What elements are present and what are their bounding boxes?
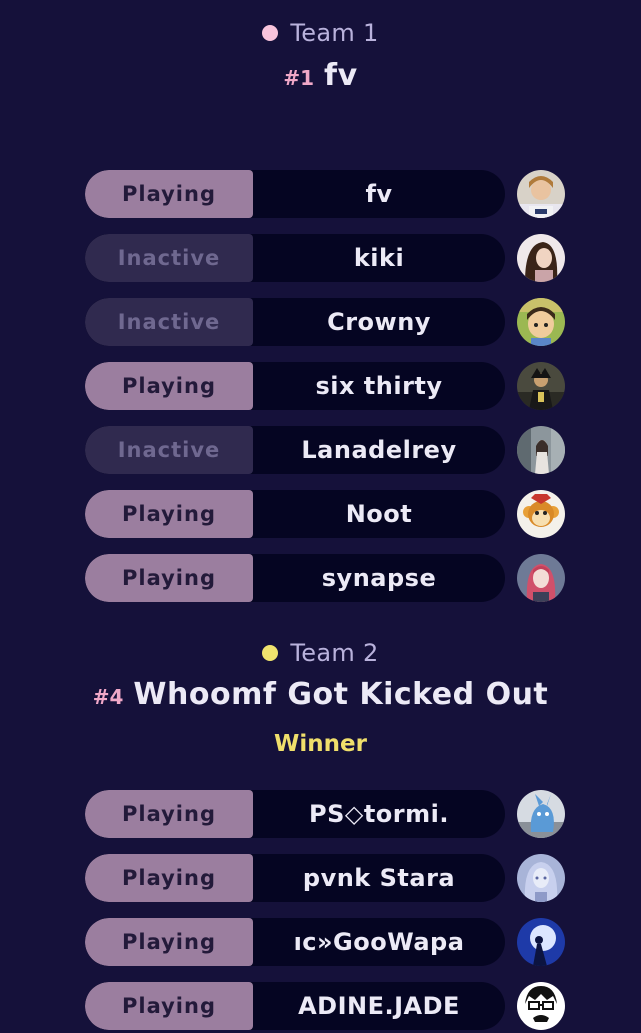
avatar-blue-creature[interactable]	[517, 790, 565, 838]
avatar-manga-face[interactable]	[517, 982, 565, 1030]
team-color-dot	[262, 645, 279, 661]
player-name[interactable]: pvnk Stara	[253, 854, 505, 902]
player-row[interactable]: Playing ıc»GooWapa	[85, 918, 565, 966]
player-name[interactable]: PS◇tormi.	[253, 790, 505, 838]
player-pill: Inactive Lanadelrey	[85, 426, 505, 474]
team-title: #1 fv	[0, 58, 641, 93]
avatar-anime-sketch[interactable]	[517, 854, 565, 902]
player-row[interactable]: Inactive Lanadelrey	[85, 426, 565, 474]
player-row[interactable]: Playing pvnk Stara	[85, 854, 565, 902]
avatar-dark-figure[interactable]	[517, 362, 565, 410]
status-badge: Playing	[85, 170, 253, 218]
player-row[interactable]: Inactive Crowny	[85, 298, 565, 346]
status-badge: Playing	[85, 490, 253, 538]
player-pill: Playing pvnk Stara	[85, 854, 505, 902]
player-pill: Playing ADINE.JADE	[85, 982, 505, 1030]
team-name: fv	[324, 58, 358, 93]
player-pill: Playing fv	[85, 170, 505, 218]
team-label: Team 1	[290, 19, 379, 47]
player-name[interactable]: ADINE.JADE	[253, 982, 505, 1030]
player-name[interactable]: six thirty	[253, 362, 505, 410]
status-badge: Playing	[85, 982, 253, 1030]
player-pill: Playing six thirty	[85, 362, 505, 410]
player-pill: Inactive Crowny	[85, 298, 505, 346]
team-rank: #1	[283, 66, 315, 90]
player-name[interactable]: fv	[253, 170, 505, 218]
team-rank: #4	[92, 685, 124, 709]
status-badge: Playing	[85, 854, 253, 902]
status-badge: Playing	[85, 918, 253, 966]
avatar-monkey[interactable]	[517, 490, 565, 538]
status-badge: Inactive	[85, 298, 253, 346]
player-pill: Playing synapse	[85, 554, 505, 602]
avatar-photo-room[interactable]	[517, 426, 565, 474]
team-header: Team 1	[0, 15, 641, 51]
player-pill: Playing ıc»GooWapa	[85, 918, 505, 966]
player-name[interactable]: synapse	[253, 554, 505, 602]
player-name[interactable]: Lanadelrey	[253, 426, 505, 474]
winner-label: Winner	[274, 731, 367, 757]
team-name: Whoomf Got Kicked Out	[133, 677, 549, 712]
player-pill: Playing Noot	[85, 490, 505, 538]
player-row[interactable]: Playing six thirty	[85, 362, 565, 410]
status-badge: Inactive	[85, 234, 253, 282]
status-badge: Playing	[85, 362, 253, 410]
player-row[interactable]: Playing PS◇tormi.	[85, 790, 565, 838]
team-label: Team 2	[290, 639, 379, 667]
avatar-cartoon-boy[interactable]	[517, 298, 565, 346]
player-row[interactable]: Playing Noot	[85, 490, 565, 538]
player-name[interactable]: Crowny	[253, 298, 505, 346]
player-name[interactable]: kiki	[253, 234, 505, 282]
status-badge: Playing	[85, 790, 253, 838]
player-pill: Playing PS◇tormi.	[85, 790, 505, 838]
team-title: #4 Whoomf Got Kicked Out	[0, 677, 641, 712]
player-row[interactable]: Playing ADINE.JADE	[85, 982, 565, 1030]
team-header: Team 2	[0, 635, 641, 671]
team-color-dot	[262, 25, 279, 41]
avatar-moon-silhouette[interactable]	[517, 918, 565, 966]
status-badge: Playing	[85, 554, 253, 602]
player-row[interactable]: Playing fv	[85, 170, 565, 218]
player-name[interactable]: Noot	[253, 490, 505, 538]
avatar-anime-girl[interactable]	[517, 554, 565, 602]
status-badge: Inactive	[85, 426, 253, 474]
player-row[interactable]: Inactive kiki	[85, 234, 565, 282]
player-pill: Inactive kiki	[85, 234, 505, 282]
player-row[interactable]: Playing synapse	[85, 554, 565, 602]
player-name[interactable]: ıc»GooWapa	[253, 918, 505, 966]
avatar-blonde-shirt[interactable]	[517, 170, 565, 218]
avatar-photo-woman[interactable]	[517, 234, 565, 282]
